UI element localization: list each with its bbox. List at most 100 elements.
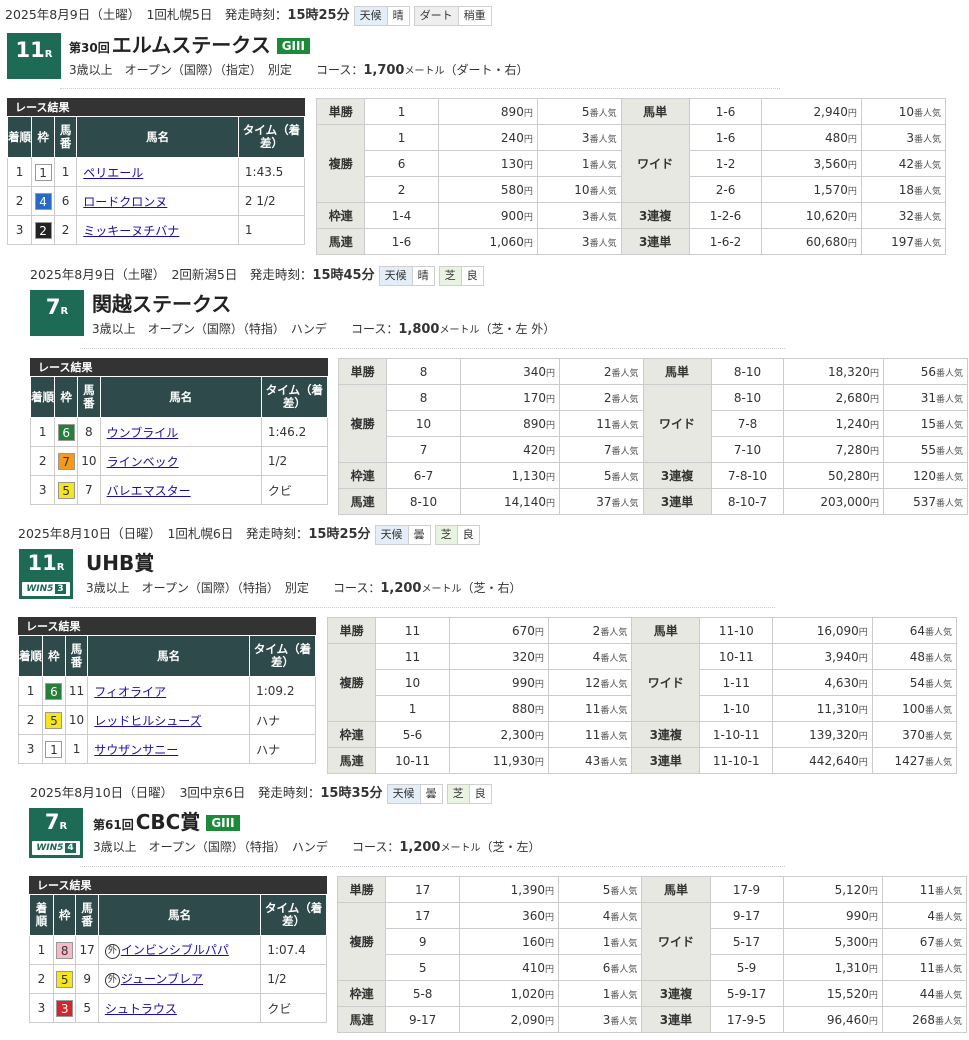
- horse-name-link[interactable]: フィオライア: [94, 685, 166, 699]
- track-condition: 良: [456, 525, 479, 544]
- payout-value: 160: [522, 934, 546, 949]
- horse-name-link[interactable]: ロードクロンヌ: [83, 195, 167, 209]
- payout-value: 18,320: [828, 364, 871, 379]
- horse-name-link[interactable]: シュトラウス: [105, 1002, 177, 1016]
- col-time: タイム（着差）: [249, 635, 316, 677]
- combo-value: 7-8: [737, 416, 758, 431]
- race-number-suffix: R: [59, 821, 68, 832]
- horse-name-link[interactable]: ミッキーヌチバナ: [83, 224, 179, 238]
- popularity: 6番人気: [558, 954, 643, 981]
- waku-cell: 1: [42, 734, 66, 764]
- start-time: 15時25分: [287, 8, 350, 23]
- weather-value: 晴: [411, 266, 434, 285]
- horse-name-link[interactable]: ウンブライル: [107, 426, 179, 440]
- waku-badge: 8: [56, 941, 74, 959]
- race-number-badge: 11R WIN5 3: [19, 549, 73, 599]
- combo: 11-10: [699, 617, 774, 644]
- waku-cell: 6: [42, 676, 66, 706]
- popularity: 44番人気: [881, 980, 968, 1007]
- horse-name-link[interactable]: レッドヒルシューズ: [94, 714, 201, 728]
- combo: 8-10: [386, 488, 461, 515]
- combo-value: 7: [419, 442, 428, 457]
- results-header-row: 着順枠馬番 馬名 タイム（着差）: [17, 635, 316, 677]
- foreign-mark-icon: 外: [104, 973, 120, 988]
- bet-type-umaren: 馬連: [315, 228, 366, 255]
- combo: 7: [386, 436, 461, 463]
- payout: 240円: [437, 124, 538, 151]
- payout-value: 480: [824, 130, 848, 145]
- horse-number: 7: [77, 475, 101, 505]
- popularity: 3番人気: [536, 124, 622, 151]
- combo: 1-4: [364, 202, 439, 229]
- payout: 15,520円: [782, 980, 883, 1007]
- waku-cell: 2: [31, 215, 55, 245]
- race-class: 3歳以上 オープン（国際）（指定） 別定: [69, 63, 292, 77]
- start-time-label: 発走時刻：: [257, 785, 321, 800]
- payout-value: 340: [523, 364, 546, 379]
- finish-position: 1: [29, 417, 56, 447]
- payout-value: 3,560: [813, 156, 848, 171]
- bet-type-sanfuku: 3連複: [631, 721, 701, 748]
- col-waku: 枠: [42, 635, 66, 677]
- payout-unit: 円: [545, 938, 555, 949]
- popularity-value: 1427: [894, 753, 925, 768]
- win5-leg: 4: [65, 843, 76, 853]
- waku-cell: 8: [52, 935, 77, 965]
- payout-row: 馬連 8-10 14,140円 37番人気 3連単 8-10-7 203,000円 537番人…: [337, 488, 968, 515]
- popularity: 48番人気: [871, 643, 958, 670]
- combo: 8: [386, 384, 461, 411]
- bet-type-wide: ワイド: [642, 384, 712, 463]
- payout-value: 203,000: [820, 494, 871, 509]
- waku-cell: 5: [42, 705, 66, 735]
- payout-value: 16,090: [816, 623, 859, 638]
- payout-unit: 円: [534, 705, 544, 716]
- combo-value: 1-10-11: [712, 727, 760, 742]
- horse-name-link[interactable]: ペリエール: [83, 166, 143, 180]
- payout-unit: 円: [858, 679, 868, 690]
- popularity-unit: 番人気: [611, 498, 639, 509]
- horse-name-link[interactable]: インビンシブルパパ: [121, 943, 229, 957]
- popularity-unit: 番人気: [924, 653, 952, 664]
- race-edition: 第30回: [69, 41, 110, 55]
- col-name: 馬名: [97, 894, 262, 936]
- popularity: 56番人気: [883, 358, 968, 385]
- horse-number: 2: [53, 215, 78, 245]
- popularity: 67番人気: [881, 928, 968, 955]
- popularity-value: 11: [585, 701, 601, 716]
- foreign-mark-icon: 外: [104, 944, 120, 959]
- combo-value: 5-6: [402, 727, 423, 742]
- combo: 8: [386, 358, 461, 385]
- payout-value: 1,020: [510, 986, 546, 1001]
- finish-position: 3: [17, 734, 44, 764]
- horse-name-link[interactable]: サウザンサニー: [94, 743, 178, 757]
- combo-value: 8: [419, 364, 428, 379]
- time-margin: ハナ: [249, 705, 316, 735]
- race-title: 第61回 CBC賞 GIII: [93, 806, 240, 835]
- popularity-value: 3: [581, 130, 590, 145]
- popularity-unit: 番人気: [610, 964, 638, 975]
- start-time-label: 発走時刻：: [249, 267, 313, 282]
- payout: 11,930円: [448, 747, 549, 774]
- table-row: 1 8 17 外インビンシブルパパ 1:07.4: [29, 935, 327, 965]
- waku-badge: 1: [45, 740, 63, 758]
- col-time-label: タイム（着差）: [253, 642, 312, 669]
- horse-name-link[interactable]: ラインベック: [107, 455, 179, 469]
- popularity-value: 48: [909, 649, 925, 664]
- race-name: エルムステークス: [111, 33, 271, 57]
- horse-number: 11: [64, 676, 89, 706]
- race-conditions: 3歳以上 オープン（国際）（特指） 別定 コース：1,200メートル（芝・右）: [86, 579, 521, 596]
- horse-name-link[interactable]: ジューンブレア: [121, 972, 203, 986]
- popularity-value: 5: [603, 468, 612, 483]
- payout-value: 1,130: [511, 468, 546, 483]
- bet-type-umatan: 馬単: [642, 358, 712, 385]
- payout-value: 1,240: [835, 416, 871, 431]
- results-caption: レース結果: [29, 876, 327, 894]
- horse-name-link[interactable]: バレエマスター: [107, 484, 191, 498]
- table-row: 1 6 8 ウンブライル 1:46.2: [29, 417, 329, 447]
- waku-badge: 1: [34, 163, 52, 181]
- popularity-value: 10: [574, 182, 590, 197]
- payout-value: 3,940: [824, 649, 859, 664]
- payout: 60,680円: [761, 228, 862, 255]
- payout-value: 1,060: [489, 234, 524, 249]
- popularity-unit: 番人気: [924, 757, 952, 768]
